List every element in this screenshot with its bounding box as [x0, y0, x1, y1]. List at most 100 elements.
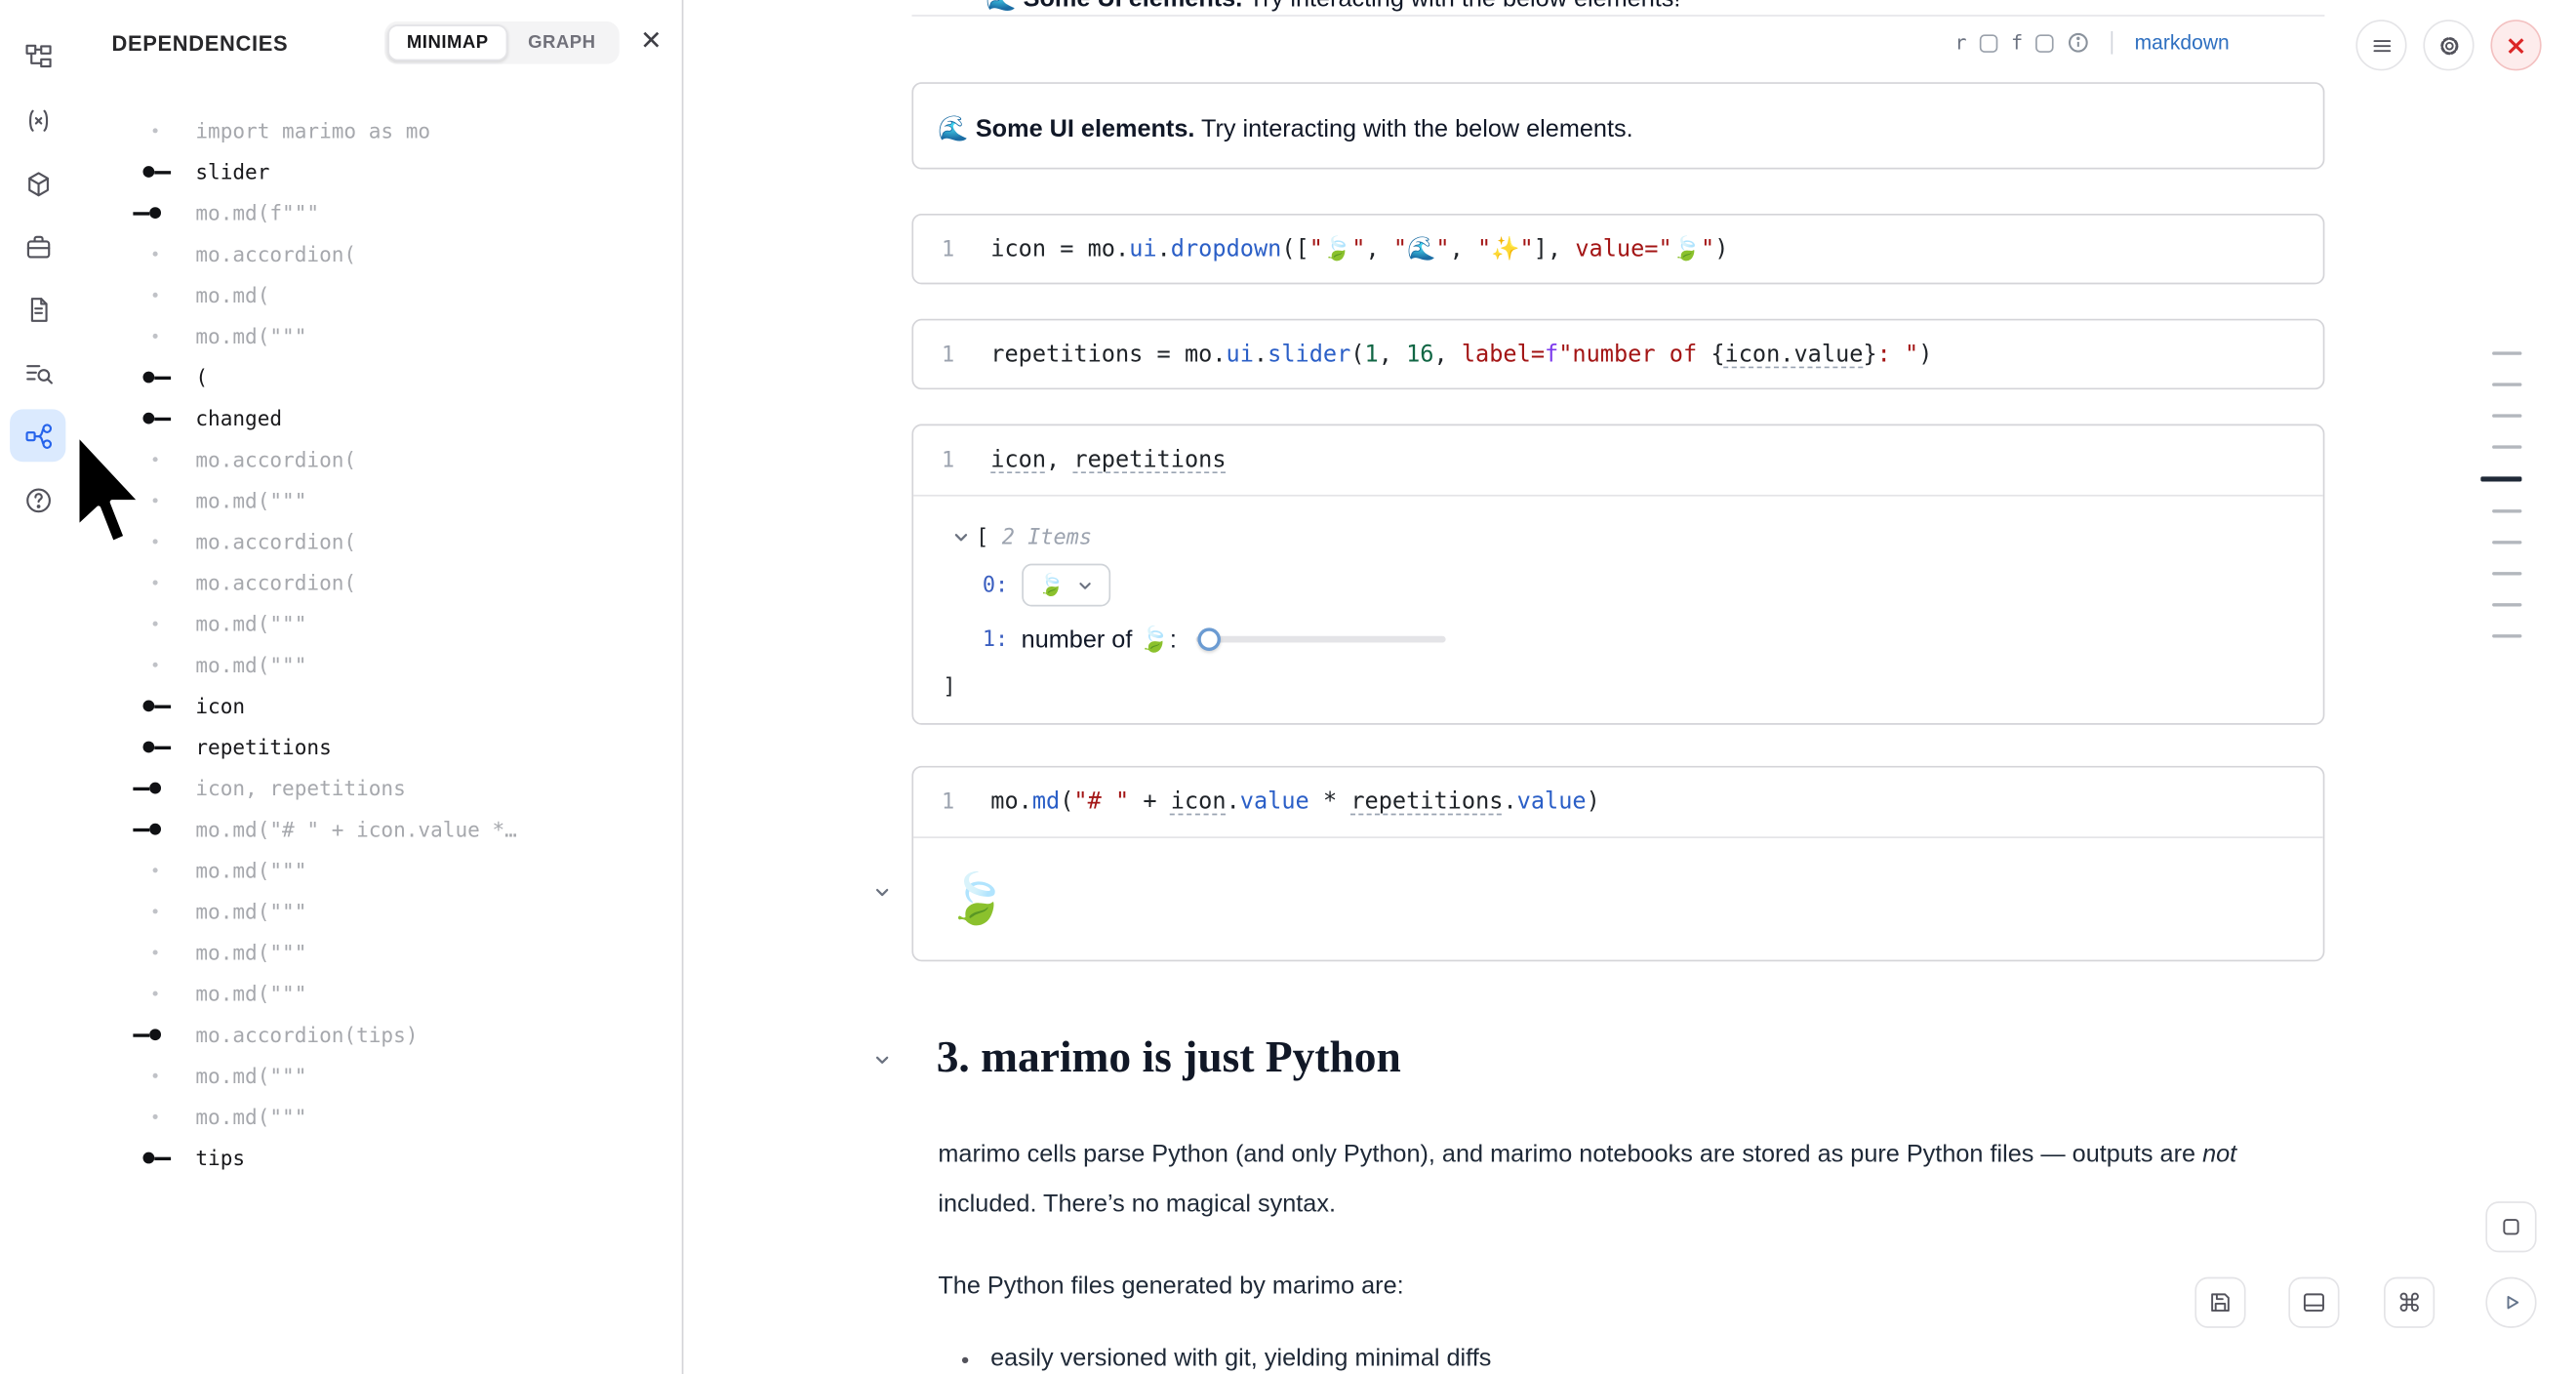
- chevron-down-icon: [1076, 576, 1095, 594]
- dependency-item[interactable]: mo.md(""": [75, 932, 681, 973]
- section-paragraph-1: marimo cells parse Python (and only Pyth…: [938, 1131, 2298, 1230]
- settings-button[interactable]: [2423, 20, 2474, 70]
- minimap-cell-line[interactable]: [2492, 634, 2521, 637]
- data-sources-icon[interactable]: [10, 221, 65, 273]
- minimap-cell-line[interactable]: [2492, 383, 2521, 385]
- command-icon: ⌘: [2396, 1288, 2421, 1317]
- dropdown-select[interactable]: 🍃: [1022, 564, 1110, 607]
- dependency-item[interactable]: mo.accordion(: [75, 233, 681, 274]
- minimap-cell-line[interactable]: [2492, 445, 2521, 448]
- dependency-item-label: tips: [195, 1146, 245, 1170]
- dependency-item[interactable]: mo.accordion(tips): [75, 1014, 681, 1055]
- code-token: icon: [990, 447, 1046, 473]
- graph-tab[interactable]: GRAPH: [508, 24, 616, 61]
- dependency-item[interactable]: mo.accordion(: [75, 439, 681, 480]
- packages-icon[interactable]: [10, 158, 65, 211]
- dependency-item[interactable]: icon, repetitions: [75, 768, 681, 809]
- dependency-item-label: mo.accordion(tips): [195, 1023, 418, 1047]
- dependency-item[interactable]: slider: [75, 151, 681, 192]
- paragraph-text: included. There’s no magical syntax.: [938, 1190, 1336, 1218]
- shutdown-button[interactable]: ×: [2490, 20, 2541, 70]
- minimap-cell-line[interactable]: [2492, 572, 2521, 575]
- dependency-item[interactable]: mo.accordion(: [75, 562, 681, 603]
- dependency-item-label: repetitions: [195, 735, 331, 759]
- dependency-item[interactable]: mo.md(""": [75, 644, 681, 685]
- info-icon[interactable]: [2068, 31, 2091, 55]
- logs-icon[interactable]: [10, 346, 65, 399]
- dependency-item[interactable]: mo.md(""": [75, 891, 681, 932]
- code-token: (: [1060, 788, 1073, 815]
- section-heading: 3. marimo is just Python: [937, 1032, 1401, 1083]
- section-collapse-icon[interactable]: [872, 1050, 892, 1070]
- toc-icon[interactable]: [10, 29, 65, 82]
- dependency-item[interactable]: mo.md(""": [75, 480, 681, 521]
- dependency-item[interactable]: mo.md(""": [75, 850, 681, 891]
- code-token: repetitions: [990, 342, 1143, 368]
- code-token: value: [1517, 788, 1587, 815]
- code-token: +: [1129, 788, 1171, 815]
- code-token: ): [1714, 237, 1728, 263]
- list-item: • easily versioned with git, yielding mi…: [961, 1345, 1491, 1373]
- line-number: 1: [913, 343, 963, 367]
- slider-track[interactable]: [1196, 636, 1446, 643]
- dependency-item[interactable]: changed: [75, 398, 681, 439]
- cell-editor[interactable]: 1 icon, repetitions: [913, 425, 2323, 495]
- tree-key-0: 0:: [983, 573, 1008, 597]
- variables-icon[interactable]: [10, 94, 65, 146]
- dependency-item-label: mo.md(""": [195, 653, 306, 677]
- minimap-cell-line[interactable]: [2492, 509, 2521, 512]
- minimap-cell-line[interactable]: [2492, 351, 2521, 354]
- dependency-item[interactable]: mo.md(f""": [75, 192, 681, 233]
- output-collapse-icon[interactable]: [872, 882, 892, 902]
- code-token: ,: [1433, 342, 1461, 368]
- slider-handle[interactable]: [1198, 627, 1222, 651]
- snippets-icon[interactable]: [10, 283, 65, 336]
- dependency-item[interactable]: (: [75, 356, 681, 397]
- dependency-item[interactable]: tips: [75, 1137, 681, 1178]
- scroll-minimap: [2480, 351, 2521, 637]
- help-icon[interactable]: [10, 473, 65, 526]
- dependency-graph-icon[interactable]: [10, 409, 65, 462]
- dep-dot-marker: [138, 891, 174, 932]
- dependency-item[interactable]: mo.md("# " + icon.value *…: [75, 809, 681, 850]
- close-icon: ×: [2505, 29, 2527, 61]
- minimap-tab[interactable]: MINIMAP: [387, 24, 508, 61]
- tree-collapse-icon[interactable]: [951, 528, 971, 547]
- dep-node-marker: [138, 151, 174, 192]
- layout-button[interactable]: [2288, 1277, 2339, 1328]
- close-panel-button[interactable]: ✕: [640, 29, 663, 56]
- dep-dot-marker: [138, 850, 174, 891]
- minimap-active-cell-line[interactable]: [2480, 476, 2521, 481]
- dependency-item[interactable]: mo.md(""": [75, 1055, 681, 1096]
- cell-editor[interactable]: 1 repetitions = mo.ui.slider(1, 16, labe…: [913, 320, 2323, 389]
- toolbar-r-checkbox[interactable]: [1980, 34, 1998, 53]
- keyboard-shortcuts-button[interactable]: ⌘: [2384, 1277, 2435, 1328]
- cell-editor[interactable]: 1 mo.md("# " + icon.value * repetitions.…: [913, 768, 2323, 837]
- dependency-item[interactable]: mo.md(""": [75, 973, 681, 1014]
- tree-close-bracket: ]: [943, 674, 955, 699]
- dependency-item[interactable]: import marimo as mo: [75, 110, 681, 151]
- cell-select-button[interactable]: [2485, 1201, 2536, 1252]
- save-button[interactable]: [2194, 1277, 2245, 1328]
- dependency-item[interactable]: repetitions: [75, 726, 681, 767]
- minimap-cell-line[interactable]: [2492, 603, 2521, 606]
- dependency-item[interactable]: mo.accordion(: [75, 521, 681, 562]
- minimap-cell-line[interactable]: [2492, 541, 2521, 544]
- cell-editor[interactable]: 1 icon = mo.ui.dropdown(["🍃", "🌊", "✨"],…: [913, 216, 2323, 285]
- run-button[interactable]: [2485, 1277, 2536, 1328]
- code-token: ,: [1450, 237, 1477, 263]
- dep-dot-marker: [138, 932, 174, 973]
- dependency-item[interactable]: mo.md(: [75, 274, 681, 315]
- dependency-item[interactable]: mo.md(""": [75, 315, 681, 356]
- minimap-cell-line[interactable]: [2492, 414, 2521, 417]
- dependency-item[interactable]: mo.md(""": [75, 1096, 681, 1137]
- toolbar-f-checkbox[interactable]: [2036, 34, 2055, 53]
- markdown-output-bold: 🌊 Some UI elements.: [938, 114, 1194, 142]
- mouse-cursor: [72, 430, 164, 552]
- dependency-item[interactable]: icon: [75, 685, 681, 726]
- menu-button[interactable]: [2355, 20, 2406, 70]
- language-label[interactable]: markdown: [2135, 31, 2230, 55]
- markdown-editor-clipped[interactable]: 🌊 Some UI elements. Try interacting with…: [911, 0, 2324, 15]
- dependency-item[interactable]: mo.md(""": [75, 603, 681, 644]
- save-icon: [2206, 1288, 2234, 1316]
